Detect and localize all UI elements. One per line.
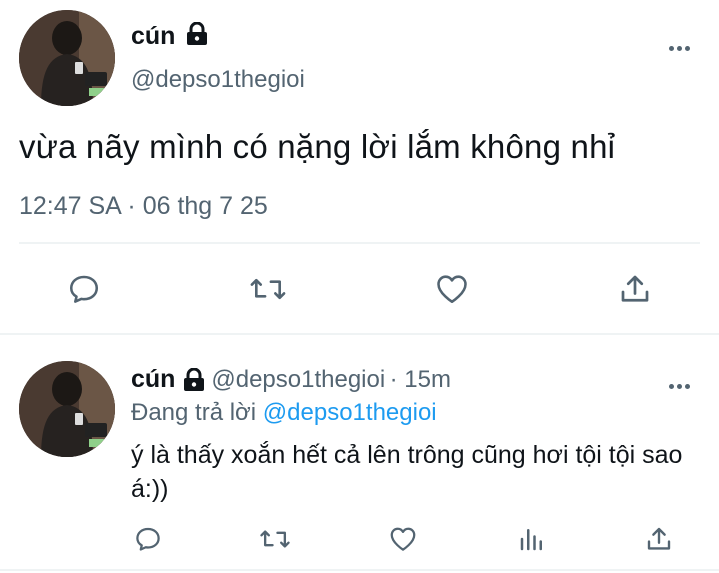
reply-avatar[interactable] xyxy=(19,361,115,457)
retweet-button[interactable] xyxy=(249,271,287,307)
reply-button[interactable] xyxy=(66,271,102,307)
more-icon[interactable] xyxy=(667,38,691,56)
share-icon xyxy=(621,275,649,302)
divider xyxy=(19,242,700,244)
reply-button[interactable] xyxy=(133,524,163,554)
views-button[interactable] xyxy=(517,524,547,554)
more-icon[interactable] xyxy=(667,376,691,394)
like-icon xyxy=(437,275,467,304)
handle[interactable]: @depso1thegioi xyxy=(131,66,305,94)
tweet-text: vừa nãy mình có nặng lời lắm không nhỉ xyxy=(19,128,616,165)
lock-icon xyxy=(183,367,205,397)
reply-icon xyxy=(136,527,160,551)
replying-to: Đang trả lời @depso1thegioi xyxy=(131,399,437,427)
avatar[interactable] xyxy=(19,10,115,106)
share-icon xyxy=(647,527,671,550)
retweet-button[interactable] xyxy=(259,524,291,554)
like-button[interactable] xyxy=(433,271,471,307)
reply-age[interactable]: · 15m xyxy=(390,366,451,393)
retweet-icon xyxy=(250,278,286,300)
views-icon xyxy=(520,529,542,551)
replying-to-link[interactable]: @depso1thegioi xyxy=(263,399,437,426)
display-name[interactable]: cún xyxy=(131,21,208,53)
timestamp[interactable]: 12:47 SA · 06 thg 7 25 xyxy=(19,192,268,221)
like-icon xyxy=(390,527,416,551)
bottom-divider xyxy=(0,569,719,571)
share-button[interactable] xyxy=(644,524,674,554)
replying-prefix: Đang trả lời xyxy=(131,399,257,426)
reply-header: cún @depso1thegioi · 15m xyxy=(131,365,451,397)
reply-text: ý là thấy xoắn hết cả lên trông cũng hơi… xyxy=(131,441,683,503)
section-divider xyxy=(0,333,719,335)
reply-display-name[interactable]: cún xyxy=(131,365,175,393)
like-button[interactable] xyxy=(388,524,418,554)
retweet-icon xyxy=(260,530,290,548)
lock-icon xyxy=(186,21,208,53)
display-name-text[interactable]: cún xyxy=(131,22,175,50)
reply-handle[interactable]: @depso1thegioi xyxy=(211,366,385,393)
reply-icon xyxy=(69,275,99,303)
share-button[interactable] xyxy=(617,271,653,307)
